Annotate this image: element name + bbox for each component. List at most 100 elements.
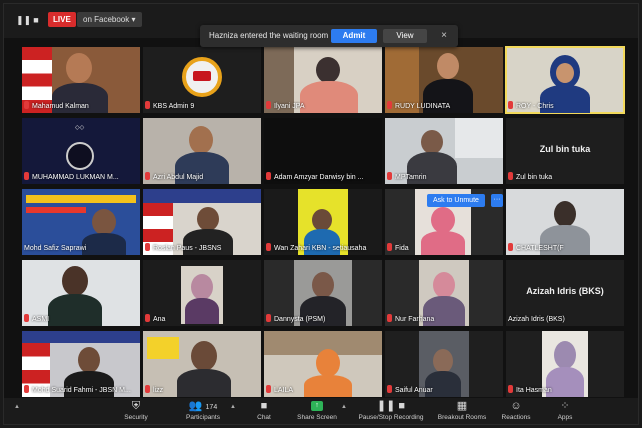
participant-face (197, 207, 219, 231)
participant-display-name: Azizah Idris (BKS) (526, 286, 604, 296)
participant-name: Adam Amzyar Darwisy bin ... (266, 172, 380, 183)
video-tile[interactable]: Roslan Paus - JBSNS (143, 189, 261, 255)
video-tile-active-speaker[interactable]: ROY - Chris (505, 46, 625, 114)
video-tile[interactable]: LAILA (264, 331, 382, 397)
video-tile[interactable]: Azizah Idris (BKS) Azizah Idris (BKS) (506, 260, 624, 326)
banner-strip (26, 195, 136, 203)
close-icon[interactable]: × (437, 25, 451, 47)
muted-mic-icon (24, 101, 29, 109)
participant-name: lizz (145, 385, 259, 396)
background-window (455, 118, 503, 158)
grid-icon: ▦ (456, 400, 468, 412)
pause-stop-icon: ❚❚ ■ (376, 400, 406, 412)
share-screen-button[interactable]: ↑ Share Screen (294, 399, 340, 424)
participant-face (189, 126, 213, 154)
chevron-up-icon[interactable]: ▲ (341, 404, 347, 410)
participant-name: Fida (387, 243, 501, 254)
video-tile[interactable]: KBS Admin 9 (143, 47, 261, 113)
participant-name: Roslan Paus - JBSNS (145, 243, 259, 254)
video-tile[interactable]: Wan Zahari KBN - setiausaha (264, 189, 382, 255)
participant-name: Dannysta (PSM) (266, 314, 380, 325)
participant-name: Mohd Suarid Fahmi - JBSN M... (24, 385, 138, 396)
participant-name: CHATLESHT(F (508, 243, 622, 254)
video-tile[interactable]: Zul bin tuka Zul bin tuka (506, 118, 624, 184)
apps-button[interactable]: ⁘ Apps (549, 399, 581, 424)
ask-to-unmute-button[interactable]: Ask to Unmute (427, 194, 485, 207)
muted-mic-icon (24, 172, 29, 180)
security-button[interactable]: ⛨ Security (114, 399, 158, 424)
video-tile[interactable]: Ana (143, 260, 261, 326)
chevron-up-icon[interactable]: ▲ (230, 404, 236, 410)
participant-name: KBS Admin 9 (145, 101, 259, 112)
meeting-toolbar: ▲ ⛨ Security 👥 174 Participants ▲ ■ Chat… (4, 398, 638, 424)
participant-name: Azri Abdul Majid (145, 172, 259, 183)
notification-message: Hazniza entered the waiting room (209, 31, 329, 40)
participant-name: ROY - Chris (508, 101, 622, 112)
participant-face (66, 53, 92, 83)
participant-name: Ita Hasman (508, 385, 622, 396)
muted-mic-icon (387, 243, 392, 251)
breakout-rooms-button[interactable]: ▦ Breakout Rooms (434, 399, 490, 424)
pause-stream-icon[interactable]: ❚❚ (16, 14, 31, 26)
video-tile[interactable]: RUDY LUDINATA (385, 47, 503, 113)
participant-face (316, 349, 340, 377)
muted-mic-icon (145, 172, 150, 180)
live-badge: LIVE (48, 12, 76, 27)
participant-name: Zul bin tuka (508, 172, 622, 183)
video-tile[interactable]: lizz (143, 331, 261, 397)
video-tile[interactable]: MPTamrin (385, 118, 503, 184)
video-tile[interactable]: ◇◇ MUHAMMAD LUKMAN M... (22, 118, 140, 184)
video-tile[interactable]: Azri Abdul Majid (143, 118, 261, 184)
video-tile[interactable]: ASMI (22, 260, 140, 326)
share-screen-icon: ↑ (311, 401, 323, 412)
participant-face (78, 347, 100, 373)
muted-mic-icon (266, 101, 271, 109)
waiting-room-notification: Hazniza entered the waiting room Admit V… (200, 25, 458, 47)
stream-target-dropdown[interactable]: on Facebook ▾ (77, 12, 142, 27)
muted-mic-icon (508, 385, 513, 393)
video-tile[interactable]: Mahamud Kalman (22, 47, 140, 113)
reactions-button[interactable]: ☺ Reactions (496, 399, 536, 424)
video-tile[interactable]: Dannysta (PSM) (264, 260, 382, 326)
participants-button[interactable]: 👥 174 Participants (178, 399, 228, 424)
participant-display-name: Zul bin tuka (539, 144, 591, 154)
muted-mic-icon (145, 314, 150, 322)
chevron-up-icon[interactable]: ▲ (14, 404, 20, 410)
participant-face (191, 341, 217, 371)
muted-mic-icon (24, 385, 29, 393)
muted-mic-icon (24, 314, 29, 322)
zoom-window: ❚❚ ■ LIVE on Facebook ▾ Hazniza entered … (3, 3, 639, 425)
participant-name: Mohd Safiz Saprawi (24, 245, 87, 252)
participant-name: Saiful Anuar (387, 385, 501, 396)
pause-stop-recording-button[interactable]: ❚❚ ■ Pause/Stop Recording (354, 399, 428, 424)
video-tile[interactable]: Ilyani JPA (264, 47, 382, 113)
chat-button[interactable]: ■ Chat (249, 399, 279, 424)
video-tile[interactable]: Saiful Anuar (385, 331, 503, 397)
muted-mic-icon (387, 101, 392, 109)
stop-stream-icon[interactable]: ■ (30, 14, 42, 26)
muted-mic-icon (266, 243, 271, 251)
video-tile[interactable]: Ita Hasman (506, 331, 624, 397)
participants-count: 174 (205, 404, 218, 411)
video-tile[interactable]: Nur Farhana (385, 260, 503, 326)
muted-mic-icon (387, 172, 392, 180)
participant-face (421, 130, 443, 154)
video-tile[interactable]: Mohd Suarid Fahmi - JBSN M... (22, 331, 140, 397)
video-tile[interactable]: Adam Amzyar Darwisy bin ... (264, 118, 382, 184)
apps-icon: ⁘ (560, 400, 570, 412)
participant-face (433, 272, 455, 298)
more-options-button[interactable]: ··· (491, 194, 503, 207)
muted-mic-icon (266, 385, 271, 393)
banner-strip (143, 189, 261, 203)
video-tile[interactable]: CHATLESHT(F (506, 189, 624, 255)
participant-name: Azizah Idris (BKS) (508, 316, 565, 323)
view-button[interactable]: View (383, 29, 427, 43)
banner-strip (22, 331, 140, 343)
participant-name: LAILA (266, 385, 380, 396)
participant-face (437, 53, 459, 79)
admit-button[interactable]: Admit (331, 29, 377, 43)
video-tile[interactable]: Mohd Safiz Saprawi (22, 189, 140, 255)
people-icon: 👥 (188, 400, 203, 412)
participant-face (312, 272, 334, 298)
logo-mark: ◇◇ (75, 125, 85, 131)
